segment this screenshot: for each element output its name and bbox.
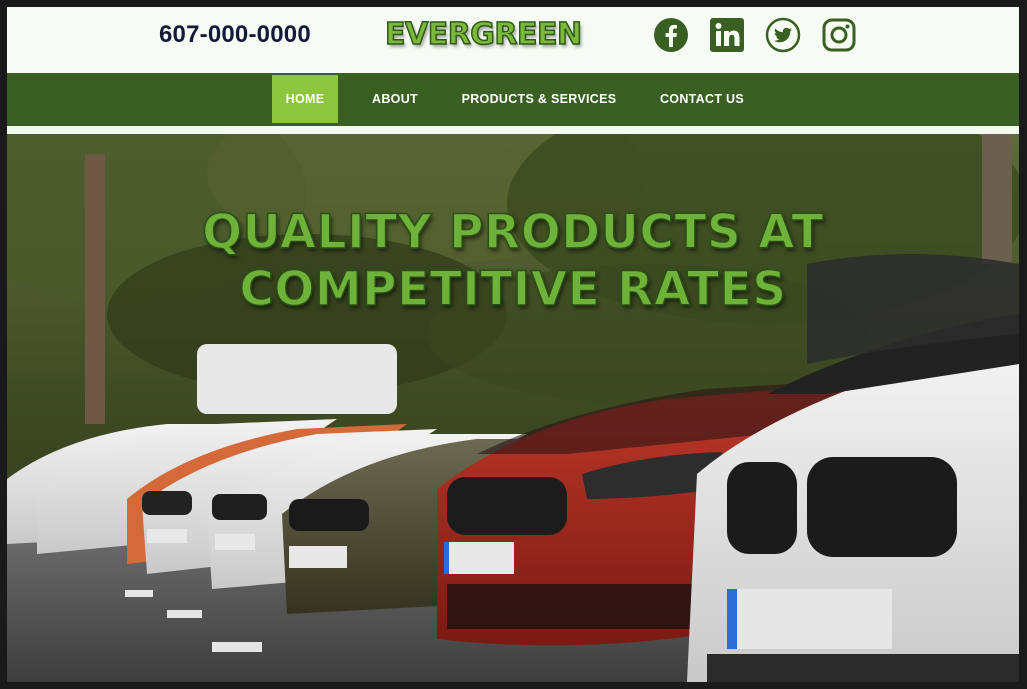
- site-logo[interactable]: EVERGREEN: [384, 16, 583, 53]
- social-links: [653, 17, 857, 53]
- top-bar: 607-000-0000 EVERGREEN: [7, 7, 1019, 73]
- instagram-icon[interactable]: [821, 17, 857, 53]
- twitter-icon[interactable]: [765, 17, 801, 53]
- page-frame: 607-000-0000 EVERGREEN HOME ABOUT PRODUC…: [7, 7, 1019, 682]
- hero-banner: QUALITY PRODUCTS AT COMPETITIVE RATES: [7, 134, 1019, 682]
- hero-headline-line2: COMPETITIVE RATES: [239, 261, 787, 318]
- nav-item-about[interactable]: ABOUT: [359, 75, 431, 123]
- hero-headline: QUALITY PRODUCTS AT COMPETITIVE RATES: [7, 204, 1019, 318]
- nav-item-products-services[interactable]: PRODUCTS & SERVICES: [456, 75, 622, 123]
- facebook-icon[interactable]: [653, 17, 689, 53]
- phone-number[interactable]: 607-000-0000: [159, 21, 311, 49]
- nav-item-home[interactable]: HOME: [272, 75, 338, 123]
- nav-item-contact-us[interactable]: CONTACT US: [647, 75, 757, 123]
- main-nav: HOME ABOUT PRODUCTS & SERVICES CONTACT U…: [7, 73, 1019, 126]
- hero-headline-line1: QUALITY PRODUCTS AT: [201, 204, 824, 261]
- linkedin-icon[interactable]: [709, 17, 745, 53]
- nav-divider: [7, 126, 1019, 134]
